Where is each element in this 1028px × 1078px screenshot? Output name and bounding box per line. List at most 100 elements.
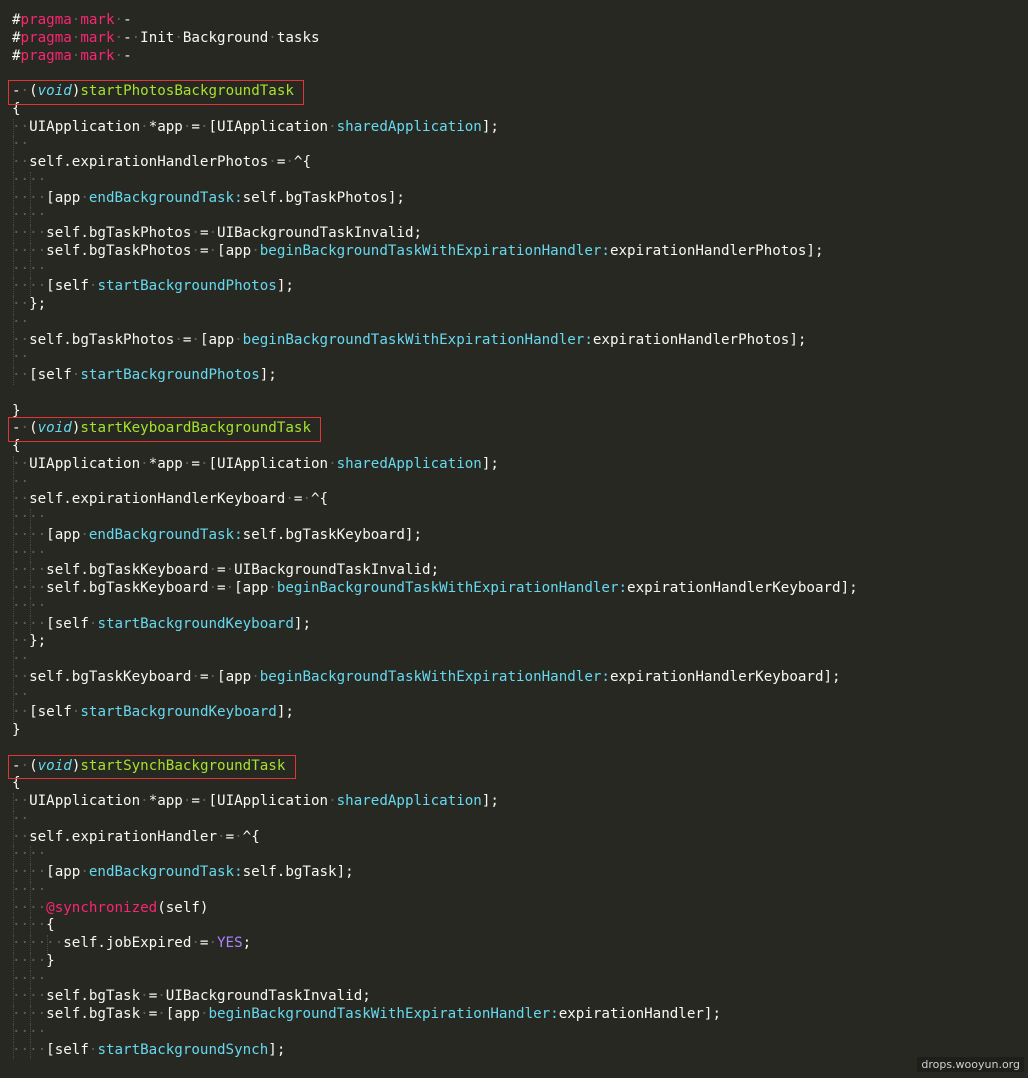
code-token: [self xyxy=(46,1041,89,1058)
code-token: [self xyxy=(29,704,72,721)
code-token: }; xyxy=(29,296,47,312)
code-line: ··self.bgTaskPhotos·=·[app·beginBackgrou… xyxy=(12,331,1028,350)
indent-guide xyxy=(13,189,14,208)
code-line: ····self.bgTaskKeyboard·=·UIBackgroundTa… xyxy=(12,562,1028,580)
code-token: pragma xyxy=(20,47,72,64)
code-line: ·· xyxy=(12,810,1028,829)
whitespace-marker: · xyxy=(191,668,200,685)
whitespace-marker: · xyxy=(251,668,260,685)
indent-guide xyxy=(13,704,14,722)
whitespace-marker: ···· xyxy=(12,899,47,916)
code-token: startBackgroundSynch xyxy=(97,1041,269,1058)
code-token: UIApplication xyxy=(29,118,141,135)
code-line: ·· xyxy=(12,136,1028,154)
code-line: ··UIApplication·*app·=·[UIApplication·sh… xyxy=(12,455,1028,474)
indent-guide xyxy=(47,935,49,953)
code-token: pragma xyxy=(20,12,72,28)
code-token: ]; xyxy=(481,455,499,472)
code-line: ···· xyxy=(12,970,1028,989)
whitespace-marker: · xyxy=(208,935,218,951)
code-token: self.bgTaskPhotos xyxy=(46,242,192,259)
code-token: startBackgroundKeyboard xyxy=(97,615,294,632)
code-token: mark xyxy=(80,29,115,46)
code-token: UIBackgroundTaskInvalid; xyxy=(234,562,440,579)
code-token: self.bgTask xyxy=(46,988,141,1005)
whitespace-marker: · xyxy=(199,1006,209,1022)
code-token: # xyxy=(12,47,21,64)
code-token: = xyxy=(217,580,226,596)
code-token: = xyxy=(191,793,200,809)
code-token: [app xyxy=(46,864,81,880)
indent-guide xyxy=(30,580,32,598)
code-token: sharedApplication xyxy=(336,793,482,809)
whitespace-marker: · xyxy=(199,118,209,135)
whitespace-marker: ·· xyxy=(12,455,30,472)
code-token: ^{ xyxy=(242,828,260,845)
code-token: ^{ xyxy=(293,154,311,170)
whitespace-marker: ·· xyxy=(12,633,30,650)
whitespace-marker: ···· xyxy=(12,615,47,632)
code-token: startSynchBackgroundTask xyxy=(80,757,286,774)
code-token: { xyxy=(46,917,55,934)
code-token: [app xyxy=(217,242,252,259)
code-token: ^{ xyxy=(310,491,329,508)
code-token: = xyxy=(217,562,226,579)
code-line: ····[self·startBackgroundKeyboard]; xyxy=(12,615,1028,634)
code-token: void xyxy=(37,757,72,774)
indent-guide xyxy=(30,242,32,261)
whitespace-marker: ···· xyxy=(12,864,47,880)
whitespace-marker: ·· xyxy=(12,651,30,667)
code-line: ···· xyxy=(12,260,1028,279)
code-line: ····[app·endBackgroundTask:self.bgTask]; xyxy=(12,864,1028,882)
code-line: ···· xyxy=(12,509,1028,527)
code-token: } xyxy=(46,952,55,969)
code-token: - xyxy=(12,420,21,437)
indent-guide xyxy=(13,154,14,172)
code-line: { xyxy=(12,438,1028,456)
whitespace-marker: ···· xyxy=(12,970,47,987)
code-line: ···· xyxy=(12,881,1028,900)
code-editor[interactable]: #pragma·mark·- #pragma·mark·-·Init·Backgr… xyxy=(0,0,1028,1078)
whitespace-marker: · xyxy=(174,29,183,46)
whitespace-marker: ···· xyxy=(12,580,47,596)
whitespace-marker: · xyxy=(20,83,30,99)
indent-guide xyxy=(13,793,14,811)
code-line: #pragma·mark·-·Init·Background·tasks xyxy=(12,30,1028,48)
code-token: *app xyxy=(148,793,183,809)
code-token: beginBackgroundTaskWithExpirationHandler… xyxy=(276,580,628,596)
whitespace-marker: · xyxy=(234,828,243,845)
indent-guide xyxy=(30,935,32,953)
indent-guide xyxy=(13,899,14,918)
whitespace-marker: · xyxy=(285,491,294,508)
code-line: ····[app·endBackgroundTask:self.bgTaskPh… xyxy=(12,189,1028,208)
whitespace-marker: · xyxy=(140,455,149,472)
indent-guide xyxy=(13,242,14,261)
indent-guide xyxy=(30,864,32,882)
code-token: pragma xyxy=(20,29,72,46)
whitespace-marker: ···· xyxy=(12,1023,47,1040)
indent-guide xyxy=(30,952,32,971)
whitespace-marker: · xyxy=(328,455,337,472)
code-token: = xyxy=(225,828,235,845)
code-content[interactable]: #pragma·mark·- #pragma·mark·-·Init·Backgr… xyxy=(12,12,1028,1060)
indent-guide xyxy=(30,917,32,935)
indent-guide xyxy=(13,278,14,296)
code-token: mark xyxy=(80,47,115,64)
indent-guide xyxy=(13,668,14,687)
whitespace-marker: ······ xyxy=(12,935,64,951)
code-line: ····[self·startBackgroundPhotos]; xyxy=(12,278,1028,296)
whitespace-marker: ···· xyxy=(12,526,47,543)
code-line: ··UIApplication·*app·=·[UIApplication·sh… xyxy=(12,118,1028,137)
code-token: ]; xyxy=(481,118,499,135)
whitespace-marker: ···· xyxy=(12,260,47,277)
code-line: ·· xyxy=(12,313,1028,332)
code-line: #pragma·mark·- xyxy=(12,12,1028,30)
indent-guide xyxy=(13,615,14,634)
indent-guide xyxy=(30,278,32,296)
code-token: expirationHandlerPhotos]; xyxy=(609,242,824,259)
code-token: endBackgroundTask: xyxy=(88,189,243,206)
indent-guide xyxy=(13,260,14,279)
code-token: [UIApplication xyxy=(208,118,329,135)
indent-guide xyxy=(30,1023,32,1042)
whitespace-marker: · xyxy=(225,580,235,596)
